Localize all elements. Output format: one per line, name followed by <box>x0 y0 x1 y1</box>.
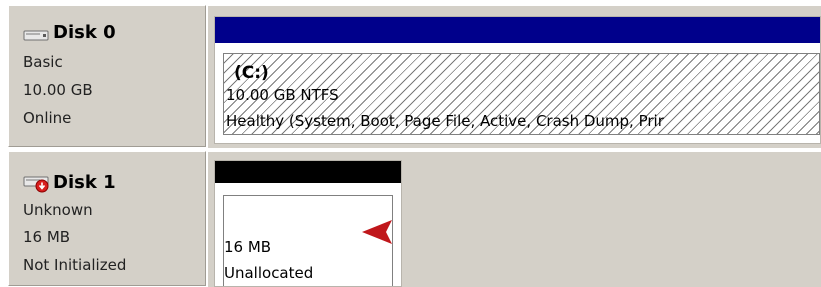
unallocated-body[interactable]: 16 MB Unallocated <box>223 195 393 286</box>
disk-1-info[interactable]: Disk 1 Unknown 16 MB Not Initialized <box>8 151 206 286</box>
disk-0-type: Basic <box>23 53 63 71</box>
volume-c-size: 10.00 GB NTFS <box>226 86 339 104</box>
volume-c[interactable]: (C:) 10.00 GB NTFS Healthy (System, Boot… <box>214 16 821 144</box>
volume-c-label: (C:) <box>234 63 269 83</box>
disk-0-status: Online <box>23 109 72 127</box>
disk-0-info[interactable]: Disk 0 Basic 10.00 GB Online <box>8 5 206 147</box>
disk-management-pane: Disk 0 Basic 10.00 GB Online (C:) 10.00 … <box>0 0 821 287</box>
disk-online-icon <box>23 23 51 43</box>
disk-0-title: Disk 0 <box>23 20 116 46</box>
unallocated-size: 16 MB <box>224 238 272 256</box>
disk-1-size: 16 MB <box>23 228 71 246</box>
volume-c-body[interactable]: (C:) 10.00 GB NTFS Healthy (System, Boot… <box>223 53 820 135</box>
disk-1-title: Disk 1 <box>23 170 116 196</box>
disk-0-size: 10.00 GB <box>23 81 93 99</box>
disk-error-icon <box>23 173 51 193</box>
disk-0-name: Disk 0 <box>53 22 116 43</box>
unallocated-bar <box>215 161 401 183</box>
disk-1-type: Unknown <box>23 201 93 219</box>
disk-0-volume-area: (C:) 10.00 GB NTFS Healthy (System, Boot… <box>208 5 821 148</box>
disk-1-status: Not Initialized <box>23 256 127 274</box>
unallocated-volume[interactable]: 16 MB Unallocated <box>214 160 402 287</box>
disk-row-0: Disk 0 Basic 10.00 GB Online (C:) 10.00 … <box>0 5 821 148</box>
unallocated-state: Unallocated <box>224 264 314 282</box>
disk-1-name: Disk 1 <box>53 172 116 193</box>
disk-1-volume-area: 16 MB Unallocated <box>208 151 821 287</box>
volume-c-health: Healthy (System, Boot, Page File, Active… <box>226 112 664 130</box>
disk-row-1: Disk 1 Unknown 16 MB Not Initialized 16 … <box>0 151 821 287</box>
volume-c-bar <box>215 17 820 43</box>
